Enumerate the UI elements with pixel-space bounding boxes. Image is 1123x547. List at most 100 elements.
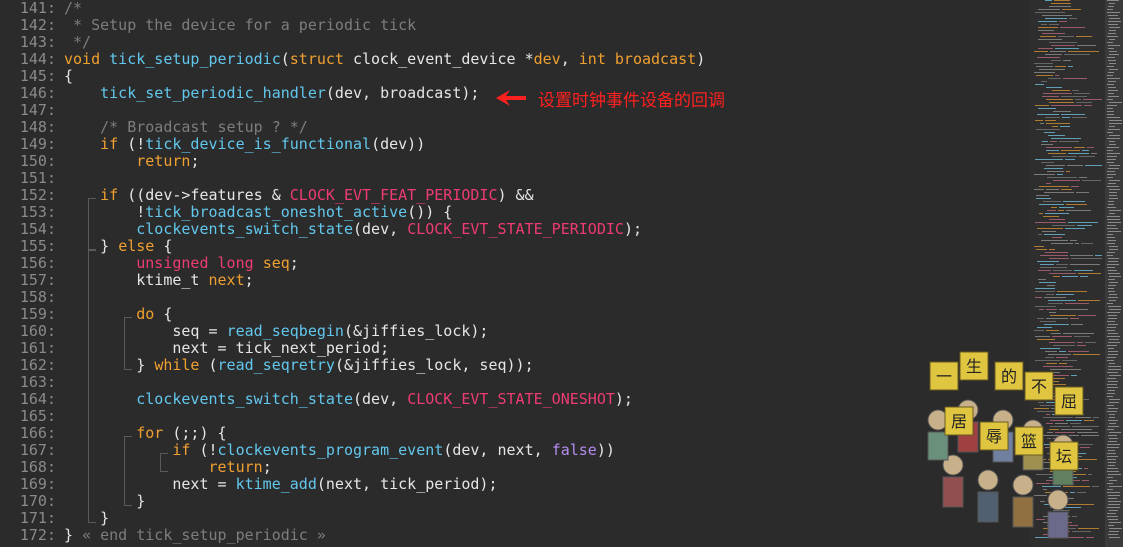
- code-line[interactable]: 150: return;: [0, 153, 200, 170]
- scrollbar-preview-line: [1109, 276, 1121, 277]
- code-line[interactable]: 149: if (!tick_device_is_functional(dev)…: [0, 136, 425, 153]
- minimap-line: [1074, 270, 1093, 271]
- code-line[interactable]: 141: /*: [0, 0, 82, 17]
- minimap-line: [1082, 150, 1089, 151]
- code-line[interactable]: 158:: [0, 289, 56, 306]
- minimap-line: [1046, 165, 1065, 166]
- scrollbar-preview-line: [1107, 234, 1113, 235]
- scrollbar-preview-line: [1107, 66, 1114, 67]
- code-line[interactable]: 157: ktime_t next;: [0, 272, 254, 289]
- code-line[interactable]: 170: }: [0, 493, 145, 510]
- scrollbar-preview-line: [1108, 525, 1114, 526]
- minimap-line: [1069, 18, 1077, 19]
- minimap-line: [1053, 180, 1080, 181]
- scrollbar-preview-line: [1109, 63, 1116, 64]
- code-token: do: [136, 305, 155, 323]
- scrollbar-preview-line: [1107, 384, 1117, 385]
- code-line[interactable]: 154: clockevents_switch_state(dev, CLOCK…: [0, 221, 642, 238]
- code-token: ) &&: [497, 186, 534, 204]
- scrollbar-preview-line: [1109, 192, 1117, 193]
- scrollbar-preview-line: [1107, 411, 1117, 412]
- scrollbar-preview-line: [1108, 183, 1116, 184]
- minimap-line: [1051, 138, 1081, 139]
- code-line[interactable]: 171: }: [0, 510, 109, 527]
- minimap-line: [1058, 210, 1064, 211]
- minimap-line: [1080, 276, 1088, 277]
- code-line[interactable]: 162: } while (read_seqretry(&jiffies_loc…: [0, 357, 534, 374]
- code-line[interactable]: 164: clockevents_switch_state(dev, CLOCK…: [0, 390, 633, 408]
- scrollbar-preview-line: [1108, 240, 1116, 241]
- code-line[interactable]: 163:: [0, 374, 56, 391]
- minimap-line: [1042, 141, 1048, 142]
- code-line[interactable]: 153: !tick_broadcast_oneshot_active()) {: [0, 203, 452, 221]
- code-token: (&jiffies_lock, seq));: [334, 356, 534, 374]
- code-line[interactable]: 168: return;: [0, 459, 272, 476]
- minimap-line: [1038, 27, 1058, 28]
- watermark-character: 篮: [1021, 432, 1037, 451]
- scrollbar-preview-line: [1107, 225, 1116, 226]
- code-line[interactable]: 142: * Setup the device for a periodic t…: [0, 17, 416, 34]
- code-line[interactable]: 143: */: [0, 34, 91, 51]
- minimap-line: [1046, 330, 1059, 331]
- minimap-line: [1051, 333, 1061, 334]
- code-line[interactable]: 148: /* Broadcast setup ? */: [0, 119, 308, 136]
- line-number: 165:: [19, 407, 56, 425]
- scrollbar-preview-line: [1108, 465, 1115, 466]
- code-line[interactable]: 167: if (!clockevents_program_event(dev,…: [0, 442, 615, 459]
- minimap-line: [1044, 234, 1065, 235]
- minimap-line: [1039, 213, 1043, 214]
- code-line[interactable]: 156: unsigned long seq;: [0, 255, 299, 272]
- scrollbar-preview-line: [1108, 222, 1121, 223]
- code-line[interactable]: 165:: [0, 408, 56, 425]
- code-text: return;: [64, 153, 199, 170]
- code-line[interactable]: 144: void tick_setup_periodic(struct cloc…: [0, 51, 705, 68]
- minimap-line: [1041, 240, 1068, 241]
- code-line[interactable]: 145: {: [0, 68, 73, 85]
- code-line[interactable]: 146: tick_set_periodic_handler(dev, broa…: [0, 85, 480, 102]
- minimap-line: [1050, 51, 1066, 52]
- code-line[interactable]: 151:: [0, 170, 56, 187]
- code-line[interactable]: 159: do {: [0, 306, 173, 323]
- minimap-line: [1056, 264, 1068, 265]
- code-token: if: [100, 186, 119, 204]
- code-line[interactable]: 160: seq = read_seqbegin(&jiffies_lock);: [0, 323, 489, 340]
- code-editor[interactable]: 141:/* 142: * Setup the device for a peri…: [0, 0, 1030, 547]
- scrollbar-preview-line: [1108, 33, 1116, 34]
- scrollbar-preview-line: [1108, 270, 1117, 271]
- minimap-line: [1063, 201, 1085, 202]
- line-number: 153:: [19, 203, 56, 221]
- code-line[interactable]: 161: next = tick_next_period;: [0, 340, 389, 357]
- minimap-line: [1043, 216, 1059, 217]
- scrollbar-preview-line: [1109, 27, 1120, 28]
- scrollbar-preview-line: [1108, 60, 1116, 61]
- code-line[interactable]: 155: } else {: [0, 237, 173, 255]
- minimap-line: [1048, 300, 1076, 301]
- scrollbar-preview-line: [1108, 390, 1115, 391]
- scrollbar-preview-line: [1107, 78, 1120, 79]
- line-number: 164:: [19, 390, 56, 408]
- minimap-line: [1052, 225, 1075, 226]
- scrollbar-preview-line: [1108, 288, 1114, 289]
- line-number: 155:: [19, 237, 56, 255]
- code-line[interactable]: 172:} « end tick_setup_periodic »: [0, 527, 326, 544]
- code-line[interactable]: 152: if ((dev->features & CLOCK_EVT_FEAT…: [0, 187, 534, 204]
- minimap-line: [1076, 36, 1092, 37]
- scrollbar-preview-line: [1108, 201, 1114, 202]
- watermark-character: 的: [1001, 367, 1017, 386]
- code-line[interactable]: 147:: [0, 102, 56, 119]
- code-line[interactable]: 166: for (;;) {: [0, 425, 227, 442]
- scrollbar-preview-line: [1107, 108, 1113, 109]
- minimap-line: [1081, 243, 1093, 244]
- minimap-line: [1046, 183, 1051, 184]
- code-line[interactable]: 169: next = ktime_add(next, tick_period)…: [0, 476, 498, 493]
- scrollbar-preview-line: [1108, 369, 1121, 370]
- minimap-line: [1049, 312, 1056, 313]
- scrollbar-preview-line: [1108, 279, 1115, 280]
- minimap-line: [1035, 222, 1066, 223]
- scrollbar-preview-line: [1109, 246, 1118, 247]
- watermark-character: 坛: [1056, 447, 1072, 466]
- scrollbar-preview-line: [1108, 354, 1118, 355]
